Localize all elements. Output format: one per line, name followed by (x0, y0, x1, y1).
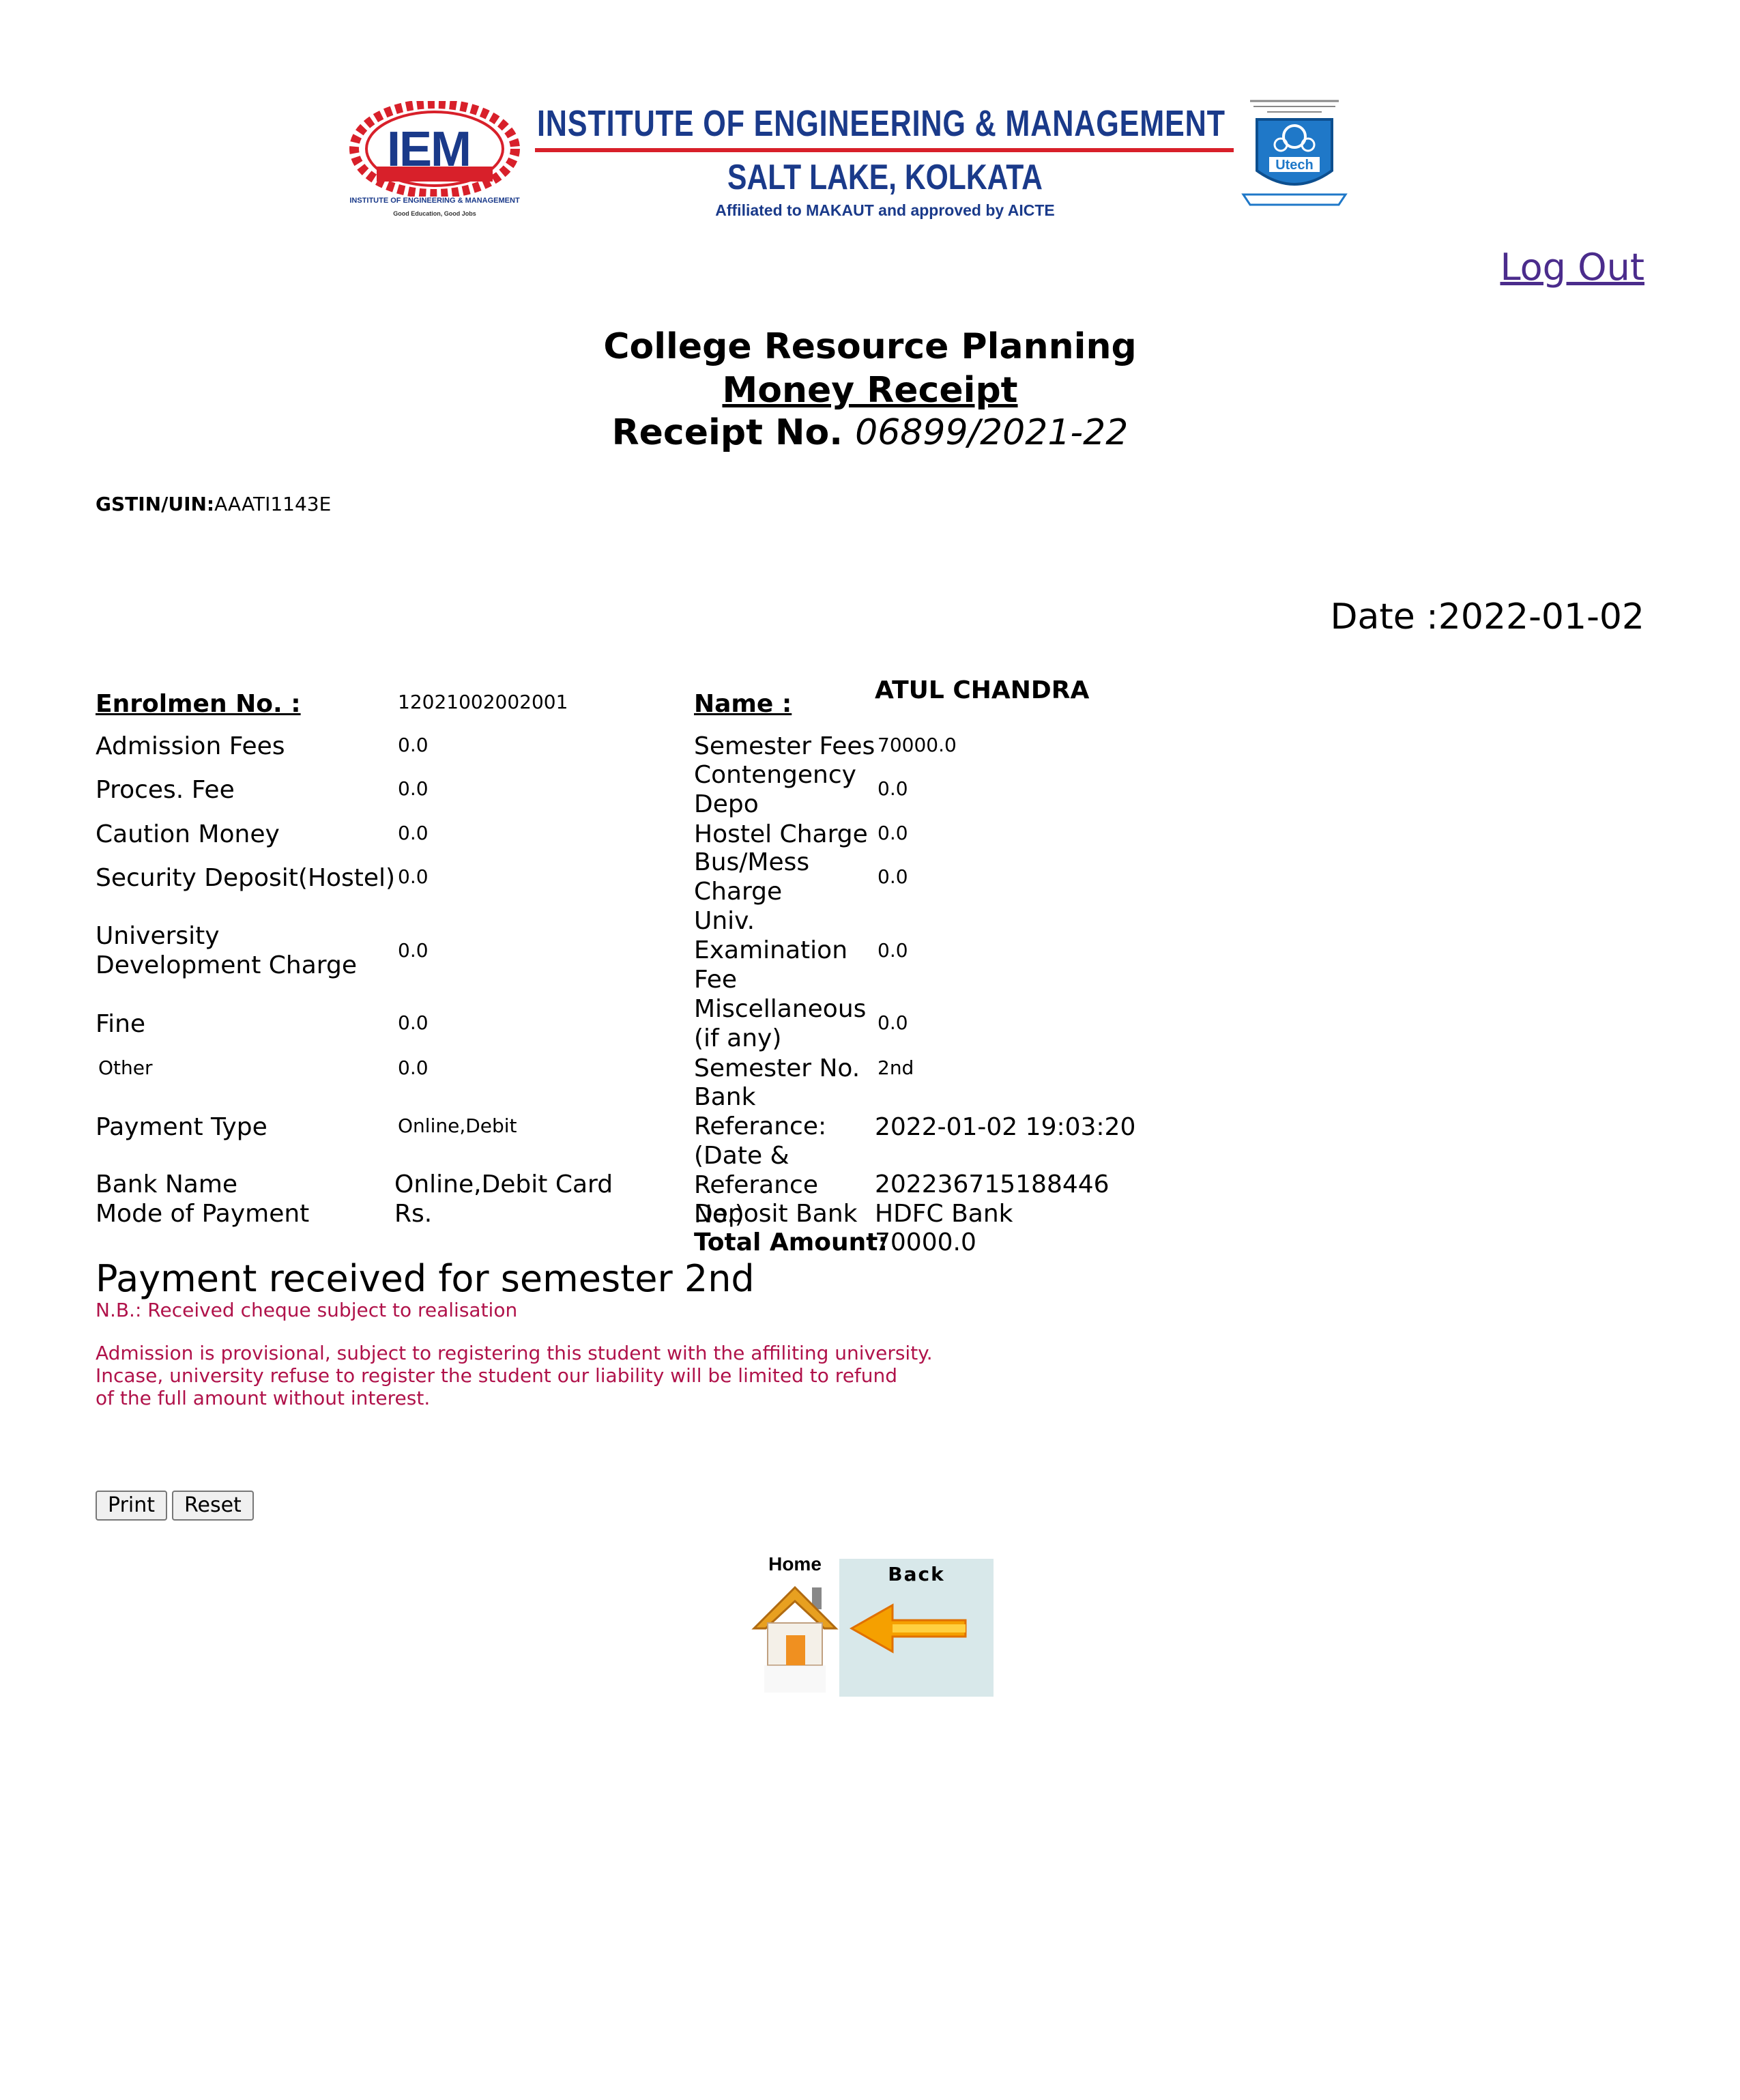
cheque-note: N.B.: Received cheque subject to realisa… (96, 1299, 518, 1321)
bus-mess-charge-value: 0.0 (878, 865, 908, 888)
semester-fees-label: Semester Fees (694, 732, 875, 760)
semester-fees-value: 70000.0 (878, 734, 957, 756)
process-fee-label: Proces. Fee (96, 776, 235, 804)
reset-button[interactable]: Reset (172, 1491, 254, 1521)
print-button[interactable]: Print (96, 1491, 168, 1521)
bus-mess-charge-label: Bus/Mess Charge (694, 848, 810, 906)
hostel-charge-value: 0.0 (878, 822, 908, 844)
semester-no-label: Semester No. (694, 1054, 860, 1082)
utech-shield-icon: Utech (1241, 96, 1348, 206)
back-arrow-icon (849, 1603, 967, 1654)
provisional-note-line3: of the full amount without interest. (96, 1387, 431, 1409)
contingency-depo-value: 0.0 (878, 777, 908, 800)
miscellaneous-value: 0.0 (878, 1011, 908, 1034)
security-deposit-value: 0.0 (398, 865, 429, 888)
fine-value: 0.0 (398, 1011, 429, 1034)
iem-logo-text: IEM (387, 122, 472, 177)
total-amount-label: Total Amount: (694, 1228, 888, 1256)
name-value: ATUL CHANDRA (875, 676, 1090, 704)
gstin-line: GSTIN/UIN:AAATI1143E (96, 493, 331, 515)
page-title: College Resource Planning (603, 326, 1137, 367)
mode-of-payment-label: Mode of Payment (96, 1200, 310, 1228)
back-nav-label: Back (888, 1563, 945, 1585)
caution-money-label: Caution Money (96, 820, 280, 848)
bank-name-label: Bank Name (96, 1170, 238, 1198)
bank-reference-date: 2022-01-02 19:03:20 (875, 1113, 1136, 1141)
utech-logo-text: Utech (1275, 158, 1314, 173)
receipt-number-label: Receipt No. (611, 412, 843, 453)
miscellaneous-label: Miscellaneous(if any) (694, 994, 877, 1053)
other-label: Other (98, 1056, 153, 1079)
date-line: Date :2022-01-02 (1330, 596, 1644, 637)
total-amount-value: 70000.0 (875, 1228, 976, 1256)
mode-of-payment-value: Rs. (394, 1200, 433, 1228)
home-nav-label: Home (768, 1553, 822, 1574)
header-divider (535, 148, 1234, 152)
bank-name-value: Online,Debit Card (394, 1170, 613, 1198)
gstin-value: AAATI1143E (214, 493, 332, 515)
miscellaneous-label-text: Miscellaneous(if any) (694, 995, 867, 1052)
caution-money-value: 0.0 (398, 822, 429, 844)
payment-received-message: Payment received for semester 2nd (96, 1257, 755, 1300)
affiliation-text: Affiliated to MAKAUT and approved by AIC… (715, 201, 1055, 219)
back-nav-button[interactable]: Back (839, 1559, 994, 1697)
admission-fees-label: Admission Fees (96, 732, 285, 760)
receipt-heading: Money Receipt (722, 370, 1018, 411)
hostel-charge-label: Hostel Charge (694, 820, 868, 848)
payment-type-value: Online,Debit (398, 1114, 517, 1137)
institute-location: SALT LAKE, KOLKATA (727, 158, 1043, 197)
iem-logo-caption: INSTITUTE OF ENGINEERING & MANAGEMENT (349, 197, 520, 205)
provisional-note-line2: Incase, university refuse to register th… (96, 1364, 898, 1387)
security-deposit-label: Security Deposit(Hostel) (96, 864, 396, 892)
university-logo: Utech (1236, 96, 1352, 218)
univ-exam-fee-label: Univ. Examination Fee (694, 907, 848, 994)
gstin-label: GSTIN/UIN: (96, 493, 215, 515)
process-fee-value: 0.0 (398, 777, 429, 800)
enrolment-label: Enrolmen No. : (96, 690, 301, 718)
home-nav-button[interactable]: Home (751, 1553, 839, 1697)
university-development-value: 0.0 (398, 939, 429, 962)
deposit-bank-value: HDFC Bank (875, 1200, 1013, 1228)
admission-fees-value: 0.0 (398, 734, 429, 756)
univ-exam-fee-value: 0.0 (878, 939, 908, 962)
semester-no-value: 2nd (878, 1056, 914, 1079)
receipt-number-line: Receipt No. 06899/2021-22 (0, 412, 1740, 453)
home-icon (751, 1585, 839, 1693)
contingency-depo-label: Contengency Depo (694, 761, 856, 818)
fine-label: Fine (96, 1010, 146, 1038)
provisional-note-line1: Admission is provisional, subject to reg… (96, 1342, 933, 1364)
other-value: 0.0 (398, 1056, 429, 1079)
logout-link[interactable]: Log Out (1500, 246, 1644, 289)
university-development-label: University Development Charge (96, 922, 357, 979)
payment-type-label: Payment Type (96, 1113, 267, 1141)
institute-name: INSTITUTE OF ENGINEERING & MANAGEMENT (537, 103, 1226, 144)
deposit-bank-label: Deposit Bank (694, 1200, 858, 1228)
date-value: 2022-01-02 (1438, 596, 1644, 637)
institute-banner: IEM INSTITUTE OF ENGINEERING & MANAGEMEN… (349, 96, 1373, 225)
name-label: Name : (694, 690, 792, 718)
date-label: Date : (1330, 596, 1438, 637)
enrolment-value: 12021002002001 (398, 691, 568, 713)
iem-logo-tagline: Good Education, Good Jobs (393, 210, 476, 217)
iem-logo: IEM INSTITUTE OF ENGINEERING & MANAGEMEN… (349, 99, 520, 220)
bank-reference-number: 202236715188446 (875, 1170, 1110, 1198)
receipt-number: 06899/2021-22 (855, 412, 1129, 453)
